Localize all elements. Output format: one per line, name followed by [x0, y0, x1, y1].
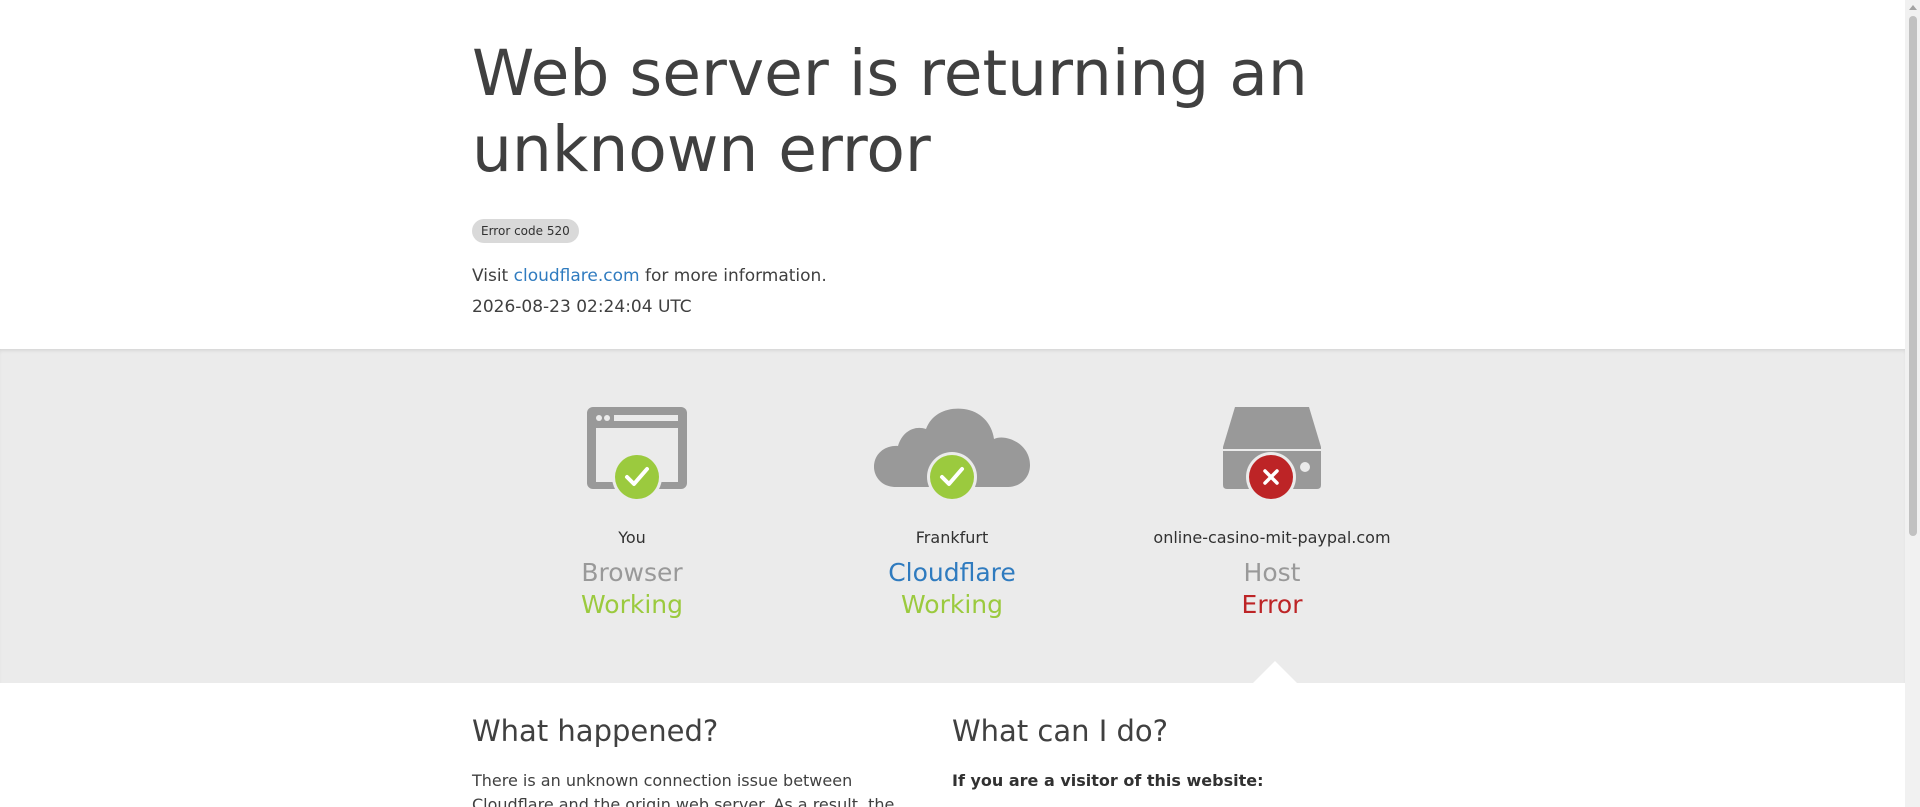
browser-icon: [587, 407, 687, 502]
status-band: You Browser Working Frankfurt Cloudflare…: [0, 349, 1905, 683]
page-viewport: Web server is returning an unknown error…: [0, 0, 1920, 807]
status-pointer: [1253, 661, 1297, 683]
status-cloudflare: Frankfurt Cloudflare Working: [792, 349, 1112, 683]
visit-suffix: for more information.: [645, 266, 827, 286]
scrollbar-thumb[interactable]: [1909, 16, 1917, 536]
cloudflare-state: Working: [901, 590, 1003, 619]
what-can-i-do-heading: What can I do?: [952, 714, 1169, 748]
details-section: What happened? There is an unknown conne…: [0, 683, 1905, 807]
cloudflare-status-icon: [792, 405, 1112, 515]
browser-location: You: [618, 528, 646, 547]
browser-status-icon: [472, 405, 792, 515]
host-label: Host: [1243, 558, 1301, 587]
host-status-icon: [1112, 405, 1432, 515]
host-location: online-casino-mit-paypal.com: [1153, 528, 1391, 547]
error-code-badge: Error code 520: [472, 219, 579, 243]
vertical-scrollbar[interactable]: [1905, 0, 1920, 807]
cloud-icon: [874, 408, 1030, 502]
cloudflare-label-link[interactable]: Cloudflare: [792, 558, 1112, 588]
check-badge: [930, 455, 974, 499]
error-header: Web server is returning an unknown error…: [0, 0, 1905, 349]
more-info-line: Visit cloudflare.com for more informatio…: [472, 265, 827, 287]
cloudflare-location: Frankfurt: [915, 528, 989, 547]
scroll-up-arrow-icon[interactable]: [1909, 5, 1917, 10]
browser-state: Working: [581, 590, 683, 619]
visitor-heading: If you are a visitor of this website:: [952, 771, 1264, 790]
status-browser: You Browser Working: [472, 349, 792, 683]
check-badge: [615, 455, 659, 499]
what-happened-heading: What happened?: [472, 714, 719, 748]
host-state: Error: [1241, 590, 1303, 619]
visit-prefix: Visit: [472, 266, 509, 286]
page-title: Web server is returning an unknown error: [472, 37, 1308, 186]
cloudflare-link[interactable]: cloudflare.com: [514, 266, 640, 286]
error-timestamp: 2026-08-23 02:24:04 UTC: [472, 297, 692, 317]
browser-label: Browser: [581, 558, 683, 587]
server-icon: [1223, 407, 1321, 502]
status-host: online-casino-mit-paypal.com Host Error: [1112, 349, 1432, 683]
page-content: Web server is returning an unknown error…: [0, 0, 1905, 807]
what-happened-text: There is an unknown connection issue bet…: [472, 771, 895, 807]
